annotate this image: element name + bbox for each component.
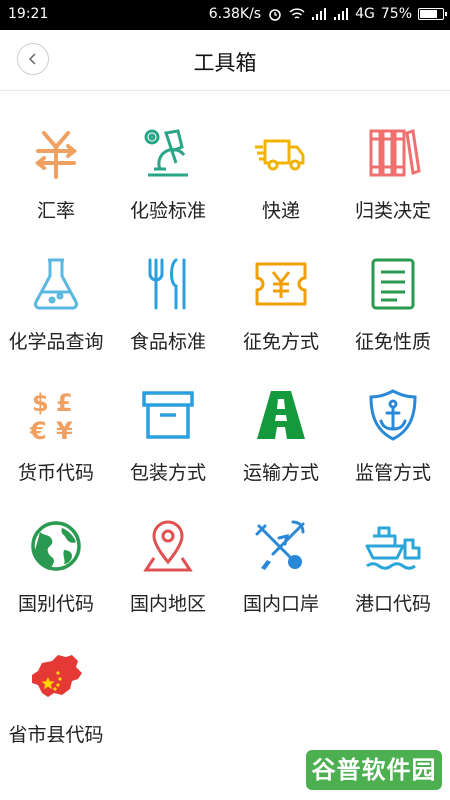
header: 工具箱 — [0, 30, 450, 91]
tool-exchange-rate[interactable]: 汇率 — [0, 110, 112, 230]
tool-levy-nature[interactable]: 征免性质 — [337, 241, 449, 361]
tool-transport[interactable]: 运输方式 — [225, 372, 337, 492]
tool-express[interactable]: 快递 — [225, 110, 337, 230]
tool-label: 汇率 — [36, 200, 75, 222]
tool-label: 国别代码 — [17, 593, 94, 615]
alarm-icon — [269, 9, 281, 21]
svg-text:¥: ¥ — [56, 417, 73, 443]
tool-label: 归类决定 — [354, 200, 431, 222]
customs-emblem-icon — [255, 520, 305, 570]
tool-food-standard[interactable]: 食品标准 — [112, 241, 224, 361]
tool-label: 化验标准 — [129, 200, 206, 222]
tool-levy-method[interactable]: 征免方式 — [225, 241, 337, 361]
tool-port-code[interactable]: 港口代码 — [337, 503, 449, 623]
tool-label: 食品标准 — [129, 331, 206, 353]
tool-province-city-county-code[interactable]: 省市县代码 — [0, 634, 112, 754]
tool-label: 包装方式 — [129, 462, 206, 484]
yuan-exchange-icon — [34, 131, 78, 179]
map-pin-icon — [143, 520, 193, 572]
tool-supervision[interactable]: 监管方式 — [337, 372, 449, 492]
svg-text:£: £ — [56, 389, 73, 417]
status-time: 19:21 — [8, 6, 49, 22]
microscope-icon — [144, 129, 188, 177]
tool-country-code[interactable]: 国别代码 — [0, 503, 112, 623]
battery-percent: 75% — [380, 6, 412, 22]
page-title: 工具箱 — [193, 51, 257, 75]
tool-label: 化学品查询 — [8, 331, 104, 353]
signal-icon-2 — [334, 8, 349, 20]
ship-icon — [365, 526, 421, 570]
tool-chemical-query[interactable]: 化学品查询 — [0, 241, 112, 361]
tool-label: 国内口岸 — [242, 593, 319, 615]
tool-packaging[interactable]: 包装方式 — [112, 372, 224, 492]
fork-knife-icon — [148, 258, 186, 310]
currency-symbols-icon: $ £ € ¥ — [29, 389, 73, 443]
delivery-truck-icon — [255, 139, 305, 171]
tool-label: 省市县代码 — [8, 724, 104, 746]
tool-label: 港口代码 — [354, 593, 431, 615]
tool-label: 征免性质 — [354, 331, 431, 353]
watermark-logo: 谷普软件园 — [306, 750, 442, 790]
books-icon — [369, 129, 421, 177]
battery-icon — [418, 8, 447, 20]
tool-label: 征免方式 — [242, 331, 319, 353]
tool-label: 监管方式 — [354, 462, 431, 484]
flask-icon — [33, 258, 79, 310]
network-type: 4G — [355, 6, 375, 22]
tool-label: 国内地区 — [129, 593, 206, 615]
storage-box-icon — [142, 391, 194, 439]
tool-label: 快递 — [261, 200, 300, 222]
network-speed: 6.38K/s — [208, 6, 262, 22]
svg-text:$: $ — [32, 389, 49, 417]
signal-icon — [312, 8, 327, 20]
tool-currency-code[interactable]: $ £ € ¥ 货币代码 — [0, 372, 112, 492]
battery-fill — [420, 10, 437, 18]
status-bar: 19:21 6.38K/s 4G 75% — [0, 0, 450, 30]
anchor-shield-icon — [369, 389, 417, 441]
document-list-icon — [371, 258, 415, 310]
china-map-icon — [32, 655, 82, 697]
svg-text:€: € — [29, 417, 47, 443]
tool-label: 运输方式 — [242, 462, 319, 484]
yuan-ticket-icon — [255, 262, 307, 306]
road-icon — [257, 391, 305, 439]
tool-domestic-port[interactable]: 国内口岸 — [225, 503, 337, 623]
wifi-icon — [289, 8, 305, 19]
globe-icon — [31, 521, 81, 571]
tool-domestic-region[interactable]: 国内地区 — [112, 503, 224, 623]
tool-lab-standard[interactable]: 化验标准 — [112, 110, 224, 230]
tool-label: 货币代码 — [17, 462, 94, 484]
tool-classification[interactable]: 归类决定 — [337, 110, 449, 230]
